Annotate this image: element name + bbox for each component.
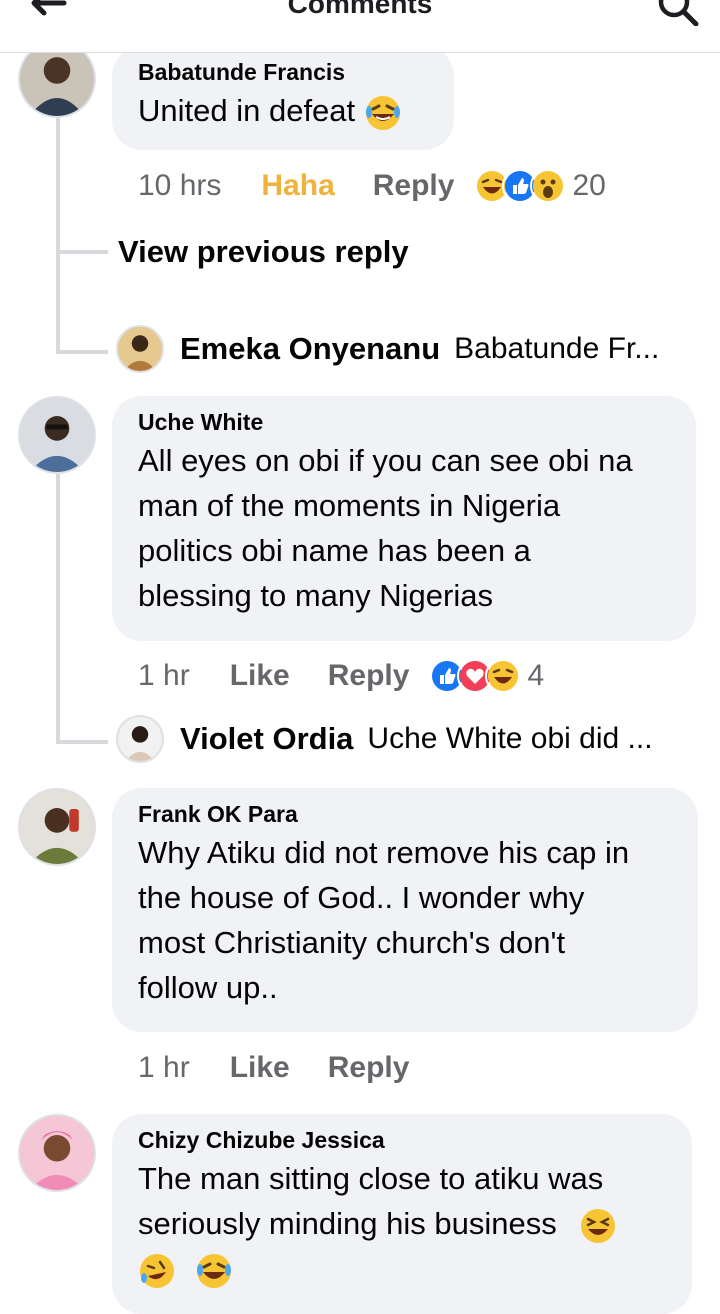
wow-reaction-icon: [530, 168, 567, 204]
comment-author[interactable]: Frank OK Para: [138, 798, 672, 830]
comment-author[interactable]: Uche White: [138, 406, 670, 438]
comment-text-line: The man sitting close to atiku was: [138, 1161, 604, 1196]
comment-text-line: Why Atiku did not remove his cap in: [138, 835, 630, 870]
comment-text-line: follow up..: [138, 970, 278, 1005]
comment-bubble[interactable]: Babatunde Francis United in defeat: [112, 46, 454, 150]
comment-text-content: United in defeat: [138, 93, 356, 128]
comment-bubble[interactable]: Uche White All eyes on obi if you can se…: [112, 396, 696, 641]
comment-text-line: All eyes on obi if you can see obi na: [138, 443, 633, 478]
reaction-summary[interactable]: 4: [429, 658, 544, 694]
reply-button[interactable]: Reply: [328, 1051, 410, 1085]
comment-text: All eyes on obi if you can see obi na ma…: [138, 438, 670, 618]
reaction-summary[interactable]: 20: [474, 168, 606, 204]
reply-author[interactable]: Violet Ordia: [180, 721, 353, 757]
comment-meta: 1 hr Like Reply: [138, 1048, 447, 1088]
reaction-count: 20: [572, 169, 606, 202]
haha-reaction-icon: [485, 658, 522, 694]
reply-snippet: Uche White obi did ...: [367, 722, 653, 755]
comment-meta: 1 hr Like Reply 4: [138, 656, 544, 696]
thread-connector: [56, 740, 108, 744]
reaction-count: 4: [527, 659, 545, 692]
avatar[interactable]: [18, 396, 96, 474]
comment-text-line: man of the moments in Nigeria: [138, 488, 561, 523]
thread-connector: [56, 250, 108, 254]
top-bar: Comments: [0, 0, 720, 53]
comment-text-line: the house of God.. I wonder why: [138, 880, 585, 915]
comment-text-line: politics obi name has been a: [138, 533, 531, 568]
reply-button[interactable]: Reply: [373, 169, 455, 203]
reply-snippet: Babatunde Fr...: [454, 332, 660, 365]
comment-bubble[interactable]: Chizy Chizube Jessica The man sitting cl…: [112, 1114, 692, 1314]
comment-time: 10 hrs: [138, 169, 222, 202]
rolling-laughing-emoji-icon: [138, 1252, 176, 1290]
comment-time: 1 hr: [138, 1051, 190, 1084]
avatar[interactable]: [18, 788, 96, 866]
comment-text: United in defeat: [138, 88, 428, 133]
avatar[interactable]: [116, 715, 164, 763]
page-title: Comments: [287, 0, 433, 19]
comment-text-content: seriously minding his business: [138, 1206, 557, 1241]
reply-author[interactable]: Emeka Onyenanu: [180, 331, 440, 367]
thread-line: [56, 118, 60, 354]
search-icon[interactable]: [656, 0, 700, 27]
comment-text-line: most Christianity church's don't: [138, 925, 566, 960]
haha-button[interactable]: Haha: [261, 169, 334, 203]
reply-button[interactable]: Reply: [328, 659, 410, 693]
grinning-squinting-emoji-icon: [579, 1207, 617, 1245]
comment-bubble[interactable]: Frank OK Para Why Atiku did not remove h…: [112, 788, 698, 1032]
laughing-tears-emoji-icon: [364, 94, 402, 132]
comment-text: Why Atiku did not remove his cap in the …: [138, 830, 672, 1010]
reply-preview[interactable]: Violet Ordia Uche White obi did ...: [116, 714, 653, 764]
comment-author[interactable]: Babatunde Francis: [138, 56, 428, 88]
comment-time: 1 hr: [138, 659, 190, 692]
thread-connector: [56, 350, 108, 354]
like-button[interactable]: Like: [230, 659, 290, 693]
view-previous-reply-link[interactable]: View previous reply: [118, 234, 409, 270]
comment-text: The man sitting close to atiku was serio…: [138, 1156, 666, 1291]
reply-preview[interactable]: Emeka Onyenanu Babatunde Fr...: [116, 324, 659, 374]
avatar[interactable]: [18, 1114, 96, 1192]
laughing-tears-emoji-icon: [195, 1252, 233, 1290]
comment-emoji-line: [138, 1246, 666, 1291]
avatar[interactable]: [116, 325, 164, 373]
thread-line: [56, 474, 60, 744]
comment-text-line: seriously minding his business: [138, 1201, 666, 1246]
comment-author[interactable]: Chizy Chizube Jessica: [138, 1124, 666, 1156]
comment-meta: 10 hrs Haha Reply 20: [138, 166, 606, 206]
like-button[interactable]: Like: [230, 1051, 290, 1085]
comment-text-line: blessing to many Nigerias: [138, 578, 493, 613]
